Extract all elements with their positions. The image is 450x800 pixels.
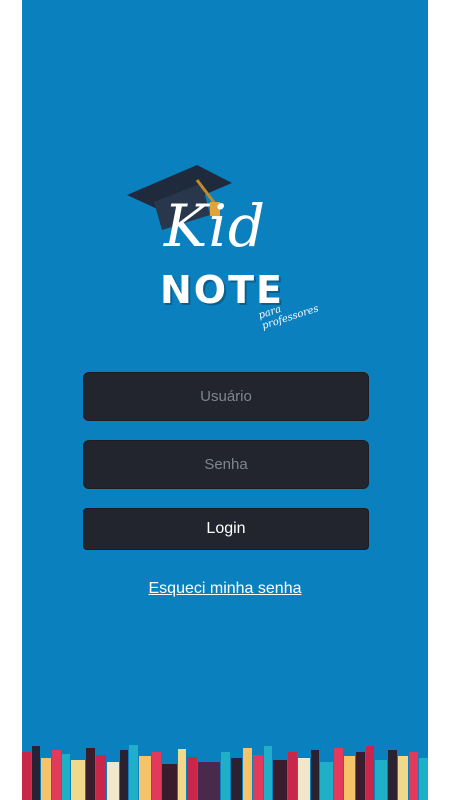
username-placeholder: Usuário xyxy=(200,388,252,405)
logo-note: NOTE xyxy=(160,268,284,312)
logo-kid: Kid xyxy=(164,192,267,260)
password-input[interactable]: Senha xyxy=(83,440,369,489)
forgot-password-link[interactable]: Esqueci minha senha xyxy=(22,580,428,598)
username-input[interactable]: Usuário xyxy=(83,372,369,421)
login-button[interactable]: Login xyxy=(83,508,369,550)
login-screen: Kid NOTE para professores Usuário Senha … xyxy=(22,0,428,800)
app-logo: Kid NOTE para professores xyxy=(122,150,332,340)
password-placeholder: Senha xyxy=(204,456,248,473)
bookshelf-illustration xyxy=(22,745,428,800)
